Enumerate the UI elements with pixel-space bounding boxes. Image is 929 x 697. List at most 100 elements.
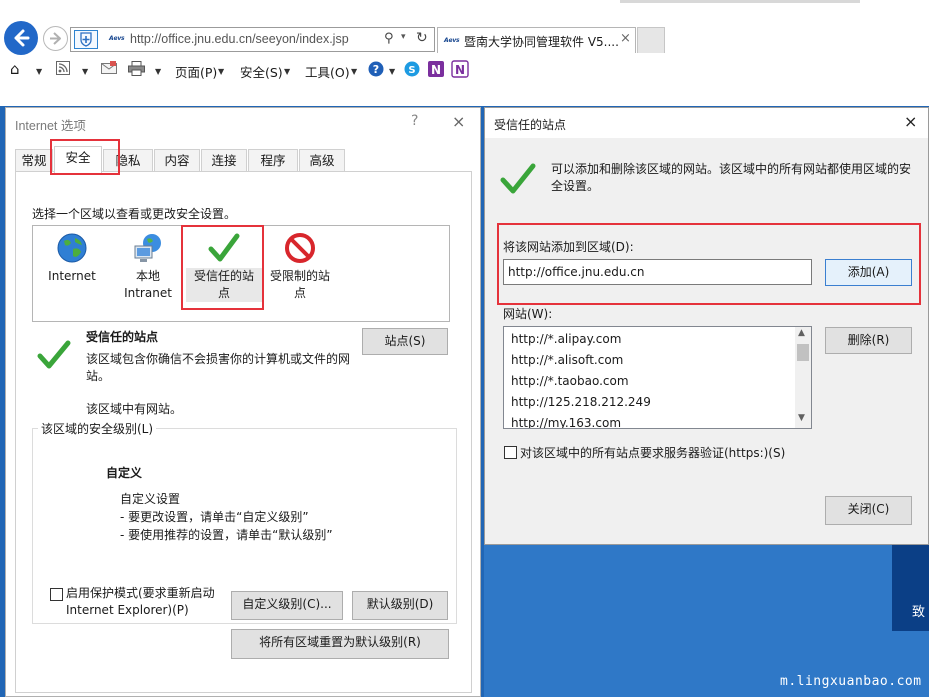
background-text: 致 (912, 605, 926, 620)
trusted-sites-dialog: 受信任的站点 × 可以添加和删除该区域的网站。该区域中的所有网站都使用区域的安全… (484, 107, 929, 545)
svg-text:N: N (431, 63, 441, 77)
custom-level-notes: 自定义设置 - 要更改设置，请单击“自定义级别” - 要使用推荐的设置，请单击“… (120, 490, 333, 544)
protected-mode-label: 启用保护模式(要求重新启动 Internet Explorer)(P) (66, 585, 215, 619)
tab-general[interactable]: 常规 (15, 149, 53, 171)
watermark: m.lingxuanbao.com (780, 674, 922, 689)
page-menu[interactable]: 页面(P) (175, 62, 217, 81)
checkmark-icon (500, 163, 536, 198)
zone-status: 该区域中有网站。 (86, 402, 183, 416)
scroll-up-icon[interactable]: ▲ (798, 328, 805, 338)
chevron-down-icon[interactable]: ▾ (401, 32, 406, 42)
print-dropdown-icon[interactable]: ▼ (155, 67, 161, 76)
safety-menu-caret-icon[interactable]: ▼ (284, 67, 290, 76)
zone-description: 该区域包含你确信不会损害你的计算机或文件的网站。 (86, 352, 351, 383)
tab-security[interactable]: 安全 (54, 146, 102, 173)
address-url[interactable]: http://office.jnu.edu.cn/seeyon/index.js… (130, 32, 349, 46)
mail-icon[interactable] (101, 61, 117, 78)
protected-mode-line: Internet Explorer)(P) (66, 603, 189, 617)
custom-level-title: 自定义 (106, 466, 143, 480)
zone-label-2: Intranet (124, 286, 172, 300)
skype-icon[interactable]: S (404, 61, 420, 80)
reset-all-zones-button[interactable]: 将所有区域重置为默认级别(R) (231, 629, 449, 659)
help-button[interactable]: ? (411, 113, 418, 129)
page-menu-caret-icon[interactable]: ▼ (218, 67, 224, 76)
list-item[interactable]: http://*.alipay.com (511, 332, 621, 346)
print-icon[interactable] (128, 61, 145, 79)
scrollbar[interactable]: ▲ ▼ (795, 327, 811, 428)
home-icon[interactable]: ⌂ (10, 60, 20, 78)
list-item[interactable]: http://*.alisoft.com (511, 353, 623, 367)
svg-text:N: N (455, 63, 465, 77)
dialog-titlebar: 受信任的站点 × (485, 108, 928, 138)
tab-connections[interactable]: 连接 (201, 149, 247, 171)
browser-tab-active[interactable]: Aevs 暨南大学协同管理软件 V5.... × (437, 27, 636, 53)
site-favicon: Aevs (109, 35, 125, 42)
background-panel: 致 (892, 545, 929, 631)
websites-list[interactable]: http://*.alipay.com http://*.alisoft.com… (503, 326, 812, 429)
close-button[interactable]: 关闭(C) (825, 496, 912, 525)
protected-mode-checkbox[interactable] (50, 588, 63, 601)
remove-button[interactable]: 删除(R) (825, 327, 912, 354)
custom-note: 自定义设置 (120, 492, 181, 506)
onenote-icon[interactable]: N (427, 60, 445, 81)
zone-label-2: 点 (293, 286, 306, 300)
tools-menu[interactable]: 工具(O) (305, 62, 350, 81)
dialog-title: 受信任的站点 (494, 118, 567, 132)
default-level-button[interactable]: 默认级别(D) (352, 591, 448, 620)
tab-programs[interactable]: 程序 (248, 149, 298, 171)
tab-title: 暨南大学协同管理软件 V5.... (464, 35, 619, 49)
new-tab-button[interactable] (637, 27, 665, 53)
close-icon[interactable]: × (904, 112, 917, 131)
restricted-icon (285, 233, 315, 263)
zone-restricted-sites[interactable]: 受限制的站 点 (262, 228, 338, 302)
sites-button[interactable]: 站点(S) (362, 328, 448, 355)
help-icon[interactable]: ? (368, 61, 384, 80)
intranet-icon (134, 234, 161, 262)
highlight-trusted-zone (181, 225, 264, 310)
close-icon[interactable]: × (452, 112, 465, 131)
selected-zone-name: 受信任的站点 (86, 330, 159, 344)
back-arrow-icon (14, 29, 30, 47)
shield-plus-icon (80, 32, 92, 47)
require-https-checkbox[interactable] (504, 446, 517, 459)
feeds-icon[interactable] (56, 61, 70, 78)
tools-menu-caret-icon[interactable]: ▼ (351, 67, 357, 76)
tab-close-icon[interactable]: × (620, 31, 631, 46)
zone-label: 本地 (135, 269, 160, 283)
forward-arrow-icon (50, 32, 61, 45)
zone-internet[interactable]: Internet (34, 228, 110, 285)
back-button[interactable] (4, 21, 38, 55)
refresh-icon[interactable]: ↻ (416, 30, 428, 46)
command-bar: ⌂ ▼ ▼ ▼ 页面(P) ▼ 安全(S) ▼ 工具(O) ▼ ? ▼ S N … (0, 58, 929, 84)
search-icon[interactable]: ⚲ (384, 31, 394, 46)
list-item[interactable]: http://125.218.212.249 (511, 395, 651, 409)
home-dropdown-icon[interactable]: ▼ (36, 67, 42, 76)
list-item[interactable]: http://*.taobao.com (511, 374, 629, 388)
dialog-title: Internet 选项 (15, 119, 86, 133)
safety-menu[interactable]: 安全(S) (240, 62, 283, 81)
scroll-down-icon[interactable]: ▼ (798, 413, 805, 423)
svg-text:S: S (408, 65, 415, 76)
websites-label: 网站(W): (503, 307, 553, 321)
svg-text:?: ? (373, 63, 379, 76)
feeds-dropdown-icon[interactable]: ▼ (82, 67, 88, 76)
trusted-sites-description: 可以添加和删除该区域的网站。该区域中的所有网站都使用区域的安全设置。 (551, 162, 912, 193)
onenote-linked-icon[interactable]: N (451, 60, 469, 81)
zone-instruction: 选择一个区域以查看或更改安全设置。 (32, 207, 237, 221)
top-strip (620, 0, 860, 3)
scroll-thumb[interactable] (797, 344, 809, 361)
tab-favicon: Aevs (444, 37, 460, 44)
zone-local-intranet[interactable]: 本地 Intranet (110, 228, 186, 302)
security-shield-button[interactable] (74, 30, 98, 49)
help-dropdown-icon[interactable]: ▼ (389, 67, 395, 76)
tab-advanced[interactable]: 高级 (299, 149, 345, 171)
custom-level-button[interactable]: 自定义级别(C)... (231, 591, 343, 620)
tab-content[interactable]: 内容 (154, 149, 200, 171)
protected-mode-line: 启用保护模式(要求重新启动 (66, 586, 215, 600)
forward-button[interactable] (43, 26, 68, 51)
custom-note: - 要更改设置，请单击“自定义级别” (120, 510, 309, 524)
list-item[interactable]: http://my.163.com (511, 416, 621, 428)
highlight-add-site (497, 223, 921, 305)
custom-note: - 要使用推荐的设置，请单击“默认级别” (120, 528, 333, 542)
address-bar[interactable]: Aevs http://office.jnu.edu.cn/seeyon/ind… (70, 27, 435, 52)
